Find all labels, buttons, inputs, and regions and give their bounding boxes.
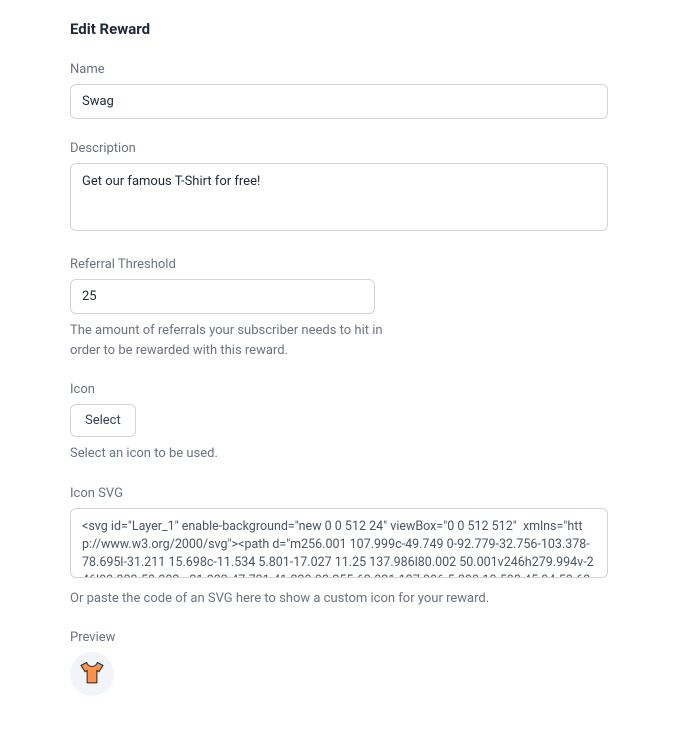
- icon-label: Icon: [70, 382, 608, 397]
- icon-field: Icon Select Select an icon to be used.: [70, 382, 608, 464]
- page-title: Edit Reward: [70, 20, 608, 38]
- name-input[interactable]: [70, 84, 608, 119]
- description-input[interactable]: [70, 163, 608, 231]
- svg-input[interactable]: [70, 508, 608, 578]
- name-label: Name: [70, 62, 608, 77]
- description-label: Description: [70, 141, 608, 156]
- svg-helper: Or paste the code of an SVG here to show…: [70, 589, 608, 609]
- preview-icon-circle: [70, 652, 114, 696]
- threshold-label: Referral Threshold: [70, 257, 608, 272]
- threshold-field: Referral Threshold The amount of referra…: [70, 257, 608, 360]
- name-field: Name: [70, 62, 608, 119]
- icon-helper: Select an icon to be used.: [70, 444, 608, 464]
- threshold-helper: The amount of referrals your subscriber …: [70, 321, 400, 360]
- select-icon-button[interactable]: Select: [70, 404, 136, 437]
- preview-label: Preview: [70, 630, 608, 645]
- threshold-input[interactable]: [70, 279, 375, 314]
- tshirt-icon: [79, 661, 105, 687]
- svg-label: Icon SVG: [70, 486, 608, 501]
- svg-field: Icon SVG Or paste the code of an SVG her…: [70, 486, 608, 609]
- preview-field: Preview: [70, 630, 608, 696]
- description-field: Description: [70, 141, 608, 235]
